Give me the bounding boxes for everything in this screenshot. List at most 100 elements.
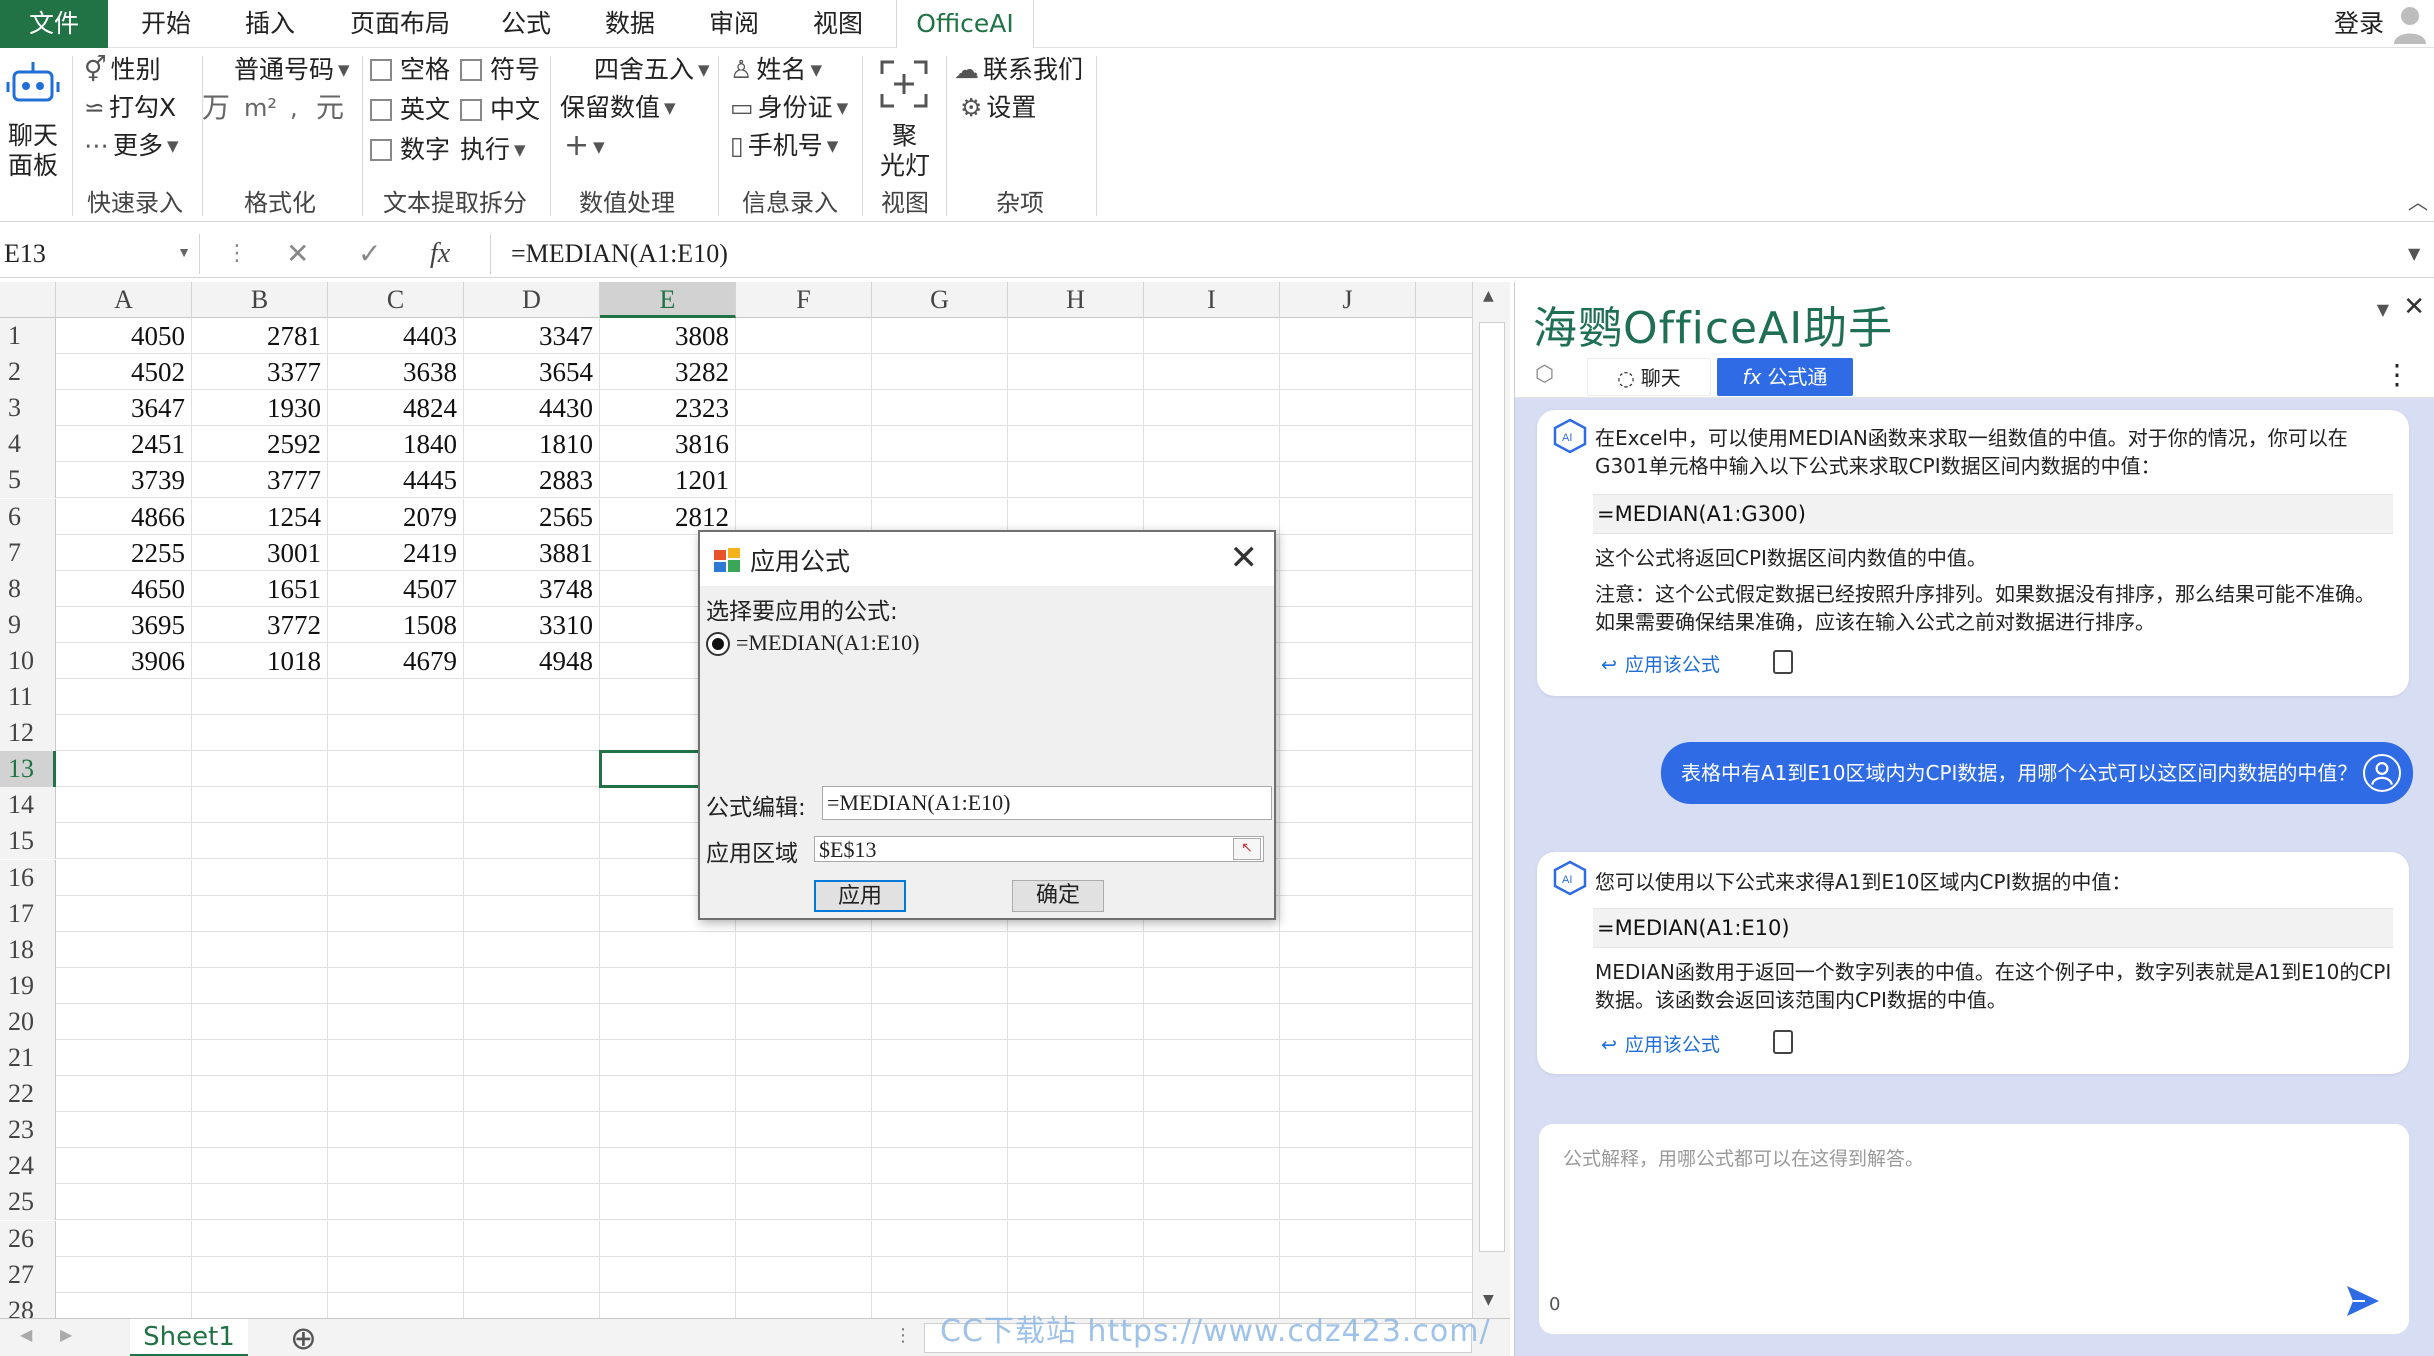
cell-i5[interactable] xyxy=(1144,462,1280,499)
cell-d20[interactable] xyxy=(464,1003,600,1040)
cell-c20[interactable] xyxy=(328,1003,464,1040)
cell-a3[interactable]: 3647 xyxy=(56,390,192,427)
cell-j19[interactable] xyxy=(1280,967,1416,1004)
apply-formula-link[interactable]: ↩ 应用该公式 xyxy=(1601,1030,1720,1057)
cell-a11[interactable] xyxy=(56,679,192,715)
row-header[interactable]: 6 xyxy=(0,498,56,535)
cell-f22[interactable] xyxy=(736,1076,872,1113)
cell-h5[interactable] xyxy=(1008,462,1144,499)
cell-g25[interactable] xyxy=(872,1184,1008,1221)
row-header[interactable]: 4 xyxy=(0,426,56,463)
cell-e28[interactable] xyxy=(600,1292,736,1318)
cell-i18[interactable] xyxy=(1144,931,1280,968)
column-header-i[interactable]: I xyxy=(1144,282,1280,318)
cell-a10[interactable]: 3906 xyxy=(56,642,192,679)
cell-d5[interactable]: 2883 xyxy=(464,462,600,499)
add-value-button[interactable]: + ▼ xyxy=(564,130,605,163)
cell-f21[interactable] xyxy=(736,1040,872,1076)
cell-b12[interactable] xyxy=(192,715,328,752)
cell-c22[interactable] xyxy=(328,1076,464,1113)
prev-sheet-icon[interactable]: ◀ xyxy=(20,1325,32,1344)
checkbox[interactable] xyxy=(460,99,482,121)
cell-d27[interactable] xyxy=(464,1256,600,1293)
cell-e18[interactable] xyxy=(600,931,736,968)
cell-e5[interactable]: 1201 xyxy=(600,462,736,499)
row-header[interactable]: 22 xyxy=(0,1076,56,1113)
cell-b18[interactable] xyxy=(192,931,328,968)
cell-d15[interactable] xyxy=(464,823,600,860)
tab-insert[interactable]: 插入 xyxy=(222,0,318,48)
cell-a25[interactable] xyxy=(56,1184,192,1221)
cell-i22[interactable] xyxy=(1144,1076,1280,1113)
cell-b4[interactable]: 2592 xyxy=(192,426,328,463)
cell-g18[interactable] xyxy=(872,931,1008,968)
cell-a6[interactable]: 4866 xyxy=(56,498,192,535)
cell-d11[interactable] xyxy=(464,679,600,715)
next-sheet-icon[interactable]: ▶ xyxy=(60,1325,72,1344)
chevron-down-icon[interactable]: ▼ xyxy=(177,234,191,274)
cell-d16[interactable] xyxy=(464,859,600,896)
cell-j17[interactable] xyxy=(1280,895,1416,932)
cell-c25[interactable] xyxy=(328,1184,464,1221)
row-header[interactable]: 13 xyxy=(0,751,56,788)
cell-a4[interactable]: 2451 xyxy=(56,426,192,463)
cell-b8[interactable]: 1651 xyxy=(192,570,328,607)
cell-j26[interactable] xyxy=(1280,1220,1416,1257)
sheet-tab-sheet1[interactable]: Sheet1 xyxy=(130,1319,248,1356)
cell-g19[interactable] xyxy=(872,967,1008,1004)
cell-e19[interactable] xyxy=(600,967,736,1004)
cell-e2[interactable]: 3282 xyxy=(600,354,736,391)
cell-i2[interactable] xyxy=(1144,354,1280,391)
cell-c14[interactable] xyxy=(328,787,464,824)
chat-panel-label-1[interactable]: 聊天 xyxy=(8,120,58,152)
cell-b20[interactable] xyxy=(192,1003,328,1040)
cell-j15[interactable] xyxy=(1280,823,1416,860)
row-header[interactable]: 26 xyxy=(0,1220,56,1257)
cell-c6[interactable]: 2079 xyxy=(328,498,464,535)
copy-icon[interactable] xyxy=(1773,650,1793,674)
cell-g21[interactable] xyxy=(872,1040,1008,1076)
unit-m2-button[interactable]: m² xyxy=(244,92,277,124)
cell-a12[interactable] xyxy=(56,715,192,752)
cell-f20[interactable] xyxy=(736,1003,872,1040)
cell-c13[interactable] xyxy=(328,751,464,788)
cell-h26[interactable] xyxy=(1008,1220,1144,1257)
row-header[interactable]: 27 xyxy=(0,1256,56,1293)
cell-j18[interactable] xyxy=(1280,931,1416,968)
cell-a14[interactable] xyxy=(56,787,192,824)
cell-e3[interactable]: 2323 xyxy=(600,390,736,427)
cell-i21[interactable] xyxy=(1144,1040,1280,1076)
cell-f2[interactable] xyxy=(736,354,872,391)
column-header-a[interactable]: A xyxy=(56,282,192,318)
apply-formula-link[interactable]: ↩ 应用该公式 xyxy=(1601,650,1720,677)
cell-f4[interactable] xyxy=(736,426,872,463)
cell-j12[interactable] xyxy=(1280,715,1416,752)
cell-c7[interactable]: 2419 xyxy=(328,534,464,571)
unit-wan-button[interactable]: 万 xyxy=(202,92,230,124)
tab-home[interactable]: 开始 xyxy=(118,0,214,48)
cell-i27[interactable] xyxy=(1144,1256,1280,1293)
cell-c4[interactable]: 1840 xyxy=(328,426,464,463)
row-header[interactable]: 28 xyxy=(0,1292,56,1318)
cell-c17[interactable] xyxy=(328,895,464,932)
cell-f5[interactable] xyxy=(736,462,872,499)
cell-j11[interactable] xyxy=(1280,679,1416,715)
tab-formula[interactable]: fx 公式通 xyxy=(1717,358,1853,396)
cell-d10[interactable]: 4948 xyxy=(464,642,600,679)
apply-button[interactable]: 应用 xyxy=(814,880,906,912)
cell-a17[interactable] xyxy=(56,895,192,932)
cell-b22[interactable] xyxy=(192,1076,328,1113)
row-header[interactable]: 7 xyxy=(0,534,56,571)
cell-c28[interactable] xyxy=(328,1292,464,1318)
cell-a19[interactable] xyxy=(56,967,192,1004)
settings-button[interactable]: ⚙ 设置 xyxy=(960,92,1036,124)
tab-formulas[interactable]: 公式 xyxy=(478,0,574,48)
row-header[interactable]: 24 xyxy=(0,1148,56,1185)
row-header[interactable]: 15 xyxy=(0,823,56,860)
cell-h20[interactable] xyxy=(1008,1003,1144,1040)
cell-i3[interactable] xyxy=(1144,390,1280,427)
row-header[interactable]: 23 xyxy=(0,1112,56,1149)
checkbox[interactable] xyxy=(460,59,482,81)
cell-c9[interactable]: 1508 xyxy=(328,606,464,643)
space-checkbox[interactable]: 空格 xyxy=(370,54,450,86)
